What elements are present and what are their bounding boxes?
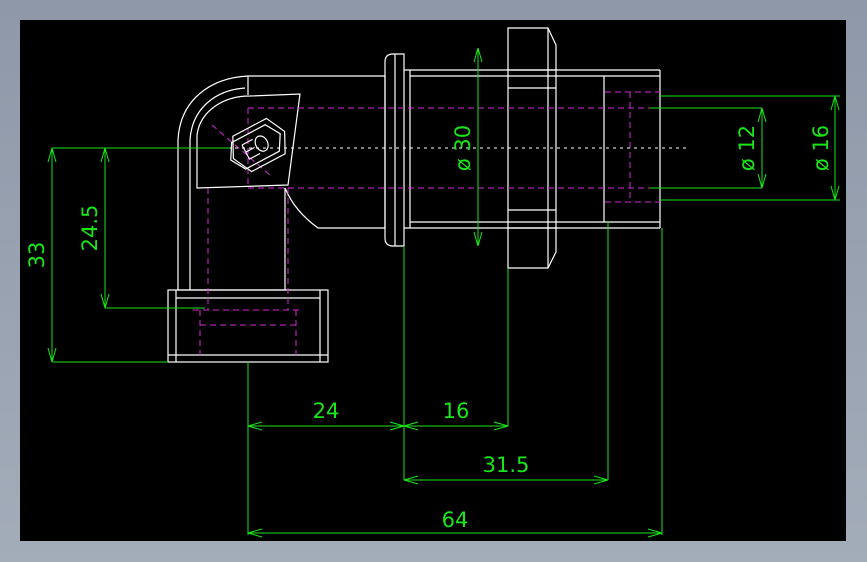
dim-label-64: 64 [442,508,469,532]
main-tube [404,69,661,229]
dimension-16 [403,421,509,431]
dimension-33 [47,147,230,363]
dim-label-24-5: 24.5 [78,205,102,252]
dimension-31-5 [403,475,609,485]
lower-thread-section [167,289,329,363]
cad-viewport[interactable]: 33 24.5 ø 30 ø 12 ø 16 24 16 31.5 64 [20,20,846,541]
dim-label-24: 24 [313,399,340,423]
dim-label-16: 16 [443,399,470,423]
dim-label-33: 33 [25,242,49,269]
dim-label-dia-16: ø 16 [809,125,833,171]
dimension-24 [247,421,405,431]
dimension-dia-30 [473,47,483,247]
dim-label-31-5: 31.5 [483,453,530,477]
dimension-extension-lines [247,222,663,535]
manufacturer-logo-icon [230,117,286,173]
dim-label-dia-12: ø 12 [735,125,759,171]
hidden-lines [193,91,660,355]
dim-label-dia-30: ø 30 [451,125,475,171]
cad-drawing: 33 24.5 ø 30 ø 12 ø 16 24 16 31.5 64 [25,27,840,538]
union-collar [384,53,405,247]
